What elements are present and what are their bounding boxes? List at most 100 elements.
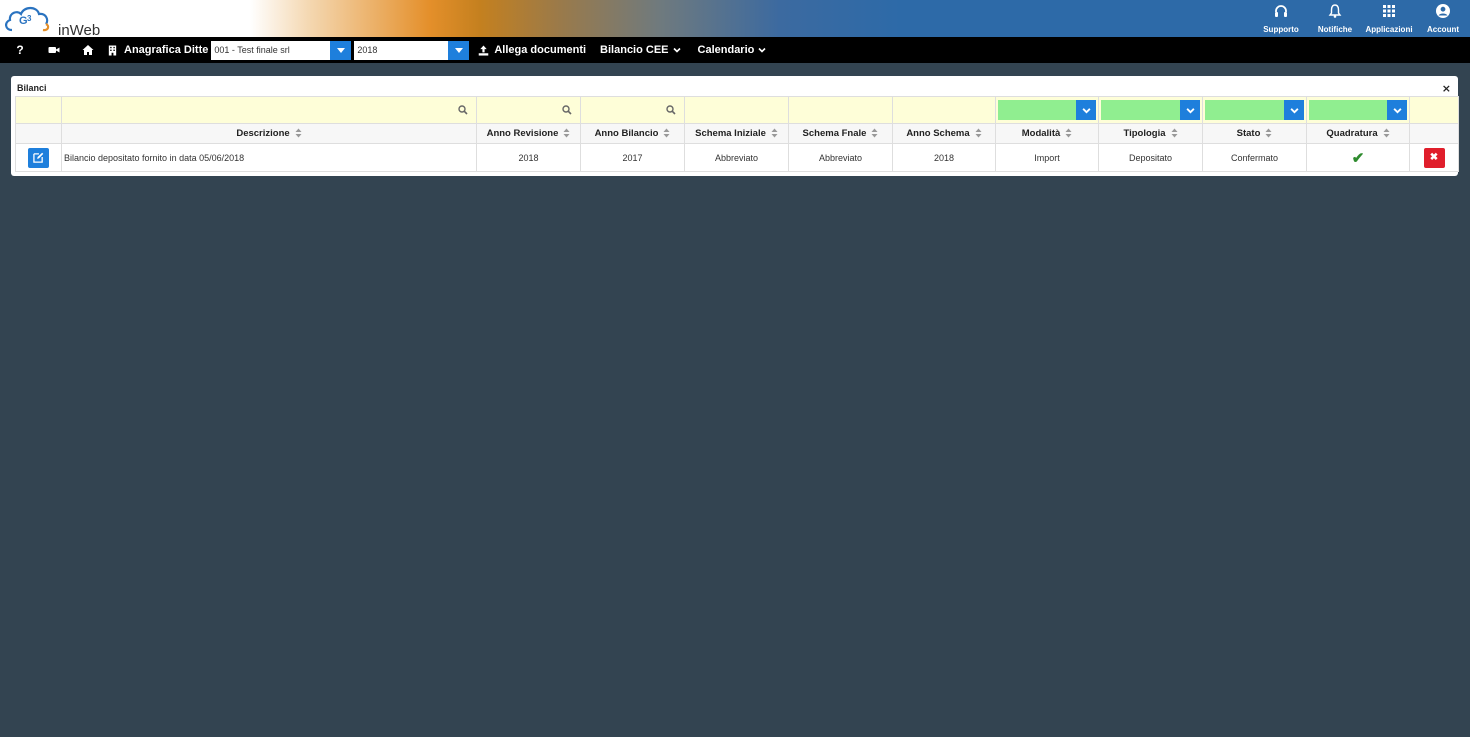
- header-label: Anno Revisione: [486, 128, 559, 139]
- filter-cell-empty: [1409, 96, 1459, 124]
- header-anno-bilancio[interactable]: Anno Bilancio: [580, 123, 685, 144]
- chevron-down-icon: [672, 47, 681, 53]
- cell-stato: Confermato: [1202, 143, 1307, 172]
- cell-schema-finale: Abbreviato: [788, 143, 893, 172]
- header-anno-schema[interactable]: Anno Schema: [892, 123, 996, 144]
- header-label: Schema Iniziale: [695, 128, 766, 139]
- header-quadratura[interactable]: Quadratura: [1306, 123, 1410, 144]
- cell-anno-revisione: 2018: [476, 143, 581, 172]
- edit-icon: [33, 152, 44, 163]
- filter-modalita[interactable]: [995, 96, 1099, 124]
- svg-text:3: 3: [27, 14, 32, 23]
- filter-schema-finale: [788, 96, 893, 124]
- top-menu: Supporto Notifiche Applicazioni Account: [1254, 0, 1470, 37]
- cell-anno-bilancio: 2017: [580, 143, 685, 172]
- filter-anno-bilancio[interactable]: [580, 96, 685, 124]
- account-button[interactable]: Account: [1416, 0, 1470, 37]
- header-label: Schema Fnale: [802, 128, 867, 139]
- company-select-toggle[interactable]: [330, 40, 352, 60]
- stato-filter-toggle[interactable]: [1284, 100, 1304, 120]
- filter-stato[interactable]: [1202, 96, 1307, 124]
- brand-logo[interactable]: G 3 inWeb: [2, 2, 112, 39]
- edit-button[interactable]: [28, 147, 49, 168]
- modalita-filter-toggle[interactable]: [1076, 100, 1096, 120]
- header-label: Anno Bilancio: [594, 128, 659, 139]
- header-descrizione[interactable]: Descrizione: [61, 123, 477, 144]
- header-schema-finale[interactable]: Schema Fnale: [788, 123, 893, 144]
- chevron-down-icon: [1081, 107, 1091, 113]
- filter-tipologia[interactable]: [1098, 96, 1203, 124]
- header-row: Descrizione Anno Revisione Anno Bilancio…: [15, 123, 1459, 144]
- bilanci-table: Descrizione Anno Revisione Anno Bilancio…: [15, 96, 1459, 172]
- help-button[interactable]: ?: [10, 37, 30, 63]
- anagrafica-ditte-label: Anagrafica Ditte: [124, 44, 209, 56]
- grid-icon: [1383, 5, 1395, 17]
- header-modalita[interactable]: Modalità: [995, 123, 1099, 144]
- anagrafica-ditte-link[interactable]: Anagrafica Ditte: [107, 44, 208, 56]
- upload-icon: [479, 44, 489, 56]
- header-label: Modalità: [1021, 128, 1061, 139]
- delete-cell: ✖: [1409, 143, 1459, 172]
- sort-icon: [1065, 128, 1072, 138]
- header-label: Tipologia: [1123, 128, 1166, 139]
- nav-bar: ? Anagrafica Ditte 001 - Test finale srl…: [0, 37, 1470, 63]
- sort-icon: [663, 128, 670, 138]
- sort-icon: [771, 128, 778, 138]
- calendario-menu[interactable]: Calendario: [698, 44, 767, 56]
- filter-cell-empty: [15, 96, 62, 124]
- header-label: Stato: [1236, 128, 1261, 139]
- year-select[interactable]: 2018: [354, 40, 470, 60]
- filter-quadratura[interactable]: [1306, 96, 1410, 124]
- filter-anno-revisione[interactable]: [476, 96, 581, 124]
- tipologia-filter-select[interactable]: [1101, 100, 1200, 120]
- search-icon: [458, 105, 468, 115]
- calendario-label: Calendario: [697, 44, 755, 56]
- quadratura-filter-toggle[interactable]: [1387, 100, 1407, 120]
- header-delete: [1409, 123, 1459, 144]
- table-row[interactable]: Bilancio depositato fornito in data 05/0…: [15, 143, 1459, 172]
- caret-down-icon: [454, 47, 463, 53]
- filter-descrizione[interactable]: [61, 96, 477, 124]
- close-icon: ✖: [1429, 152, 1439, 163]
- bilancio-cee-menu[interactable]: Bilancio CEE: [600, 44, 681, 56]
- user-circle-icon: [1436, 4, 1450, 18]
- header-actions: [15, 123, 62, 144]
- header-label: Anno Schema: [906, 128, 970, 139]
- cell-anno-schema: 2018: [892, 143, 996, 172]
- notifiche-button[interactable]: Notifiche: [1308, 0, 1362, 37]
- allega-documenti-link[interactable]: Allega documenti: [478, 44, 586, 56]
- header-tipologia[interactable]: Tipologia: [1098, 123, 1203, 144]
- panel-close-button[interactable]: ×: [1442, 82, 1451, 95]
- sort-icon: [871, 128, 878, 138]
- edit-cell: [15, 143, 62, 172]
- tipologia-filter-toggle[interactable]: [1180, 100, 1200, 120]
- header-schema-iniziale[interactable]: Schema Iniziale: [684, 123, 789, 144]
- header-stato[interactable]: Stato: [1202, 123, 1307, 144]
- header-anno-revisione[interactable]: Anno Revisione: [476, 123, 581, 144]
- chevron-down-icon: [758, 47, 766, 53]
- year-select-toggle[interactable]: [448, 40, 470, 60]
- company-select[interactable]: 001 - Test finale srl: [211, 40, 352, 60]
- supporto-button[interactable]: Supporto: [1254, 0, 1308, 37]
- search-icon: [562, 105, 572, 115]
- sort-icon: [975, 128, 982, 138]
- stato-filter-select[interactable]: [1205, 100, 1304, 120]
- cell-quadratura: ✔: [1306, 143, 1410, 172]
- quadratura-filter-select[interactable]: [1309, 100, 1407, 120]
- allega-documenti-label: Allega documenti: [494, 44, 587, 56]
- sort-icon: [1383, 128, 1390, 138]
- applicazioni-label: Applicazioni: [1365, 25, 1413, 34]
- cell-descrizione: Bilancio depositato fornito in data 05/0…: [61, 143, 477, 172]
- modalita-filter-select[interactable]: [998, 100, 1096, 120]
- chevron-down-icon: [1185, 107, 1195, 113]
- sort-icon: [563, 128, 570, 138]
- caret-down-icon: [336, 47, 345, 53]
- search-icon: [666, 105, 676, 115]
- applicazioni-button[interactable]: Applicazioni: [1362, 0, 1416, 37]
- delete-button[interactable]: ✖: [1423, 147, 1445, 168]
- home-button[interactable]: [76, 37, 100, 63]
- header-label: Descrizione: [236, 128, 290, 139]
- panel-title: Bilanci: [17, 83, 47, 93]
- video-button[interactable]: [42, 37, 66, 63]
- header-label: Quadratura: [1326, 128, 1378, 139]
